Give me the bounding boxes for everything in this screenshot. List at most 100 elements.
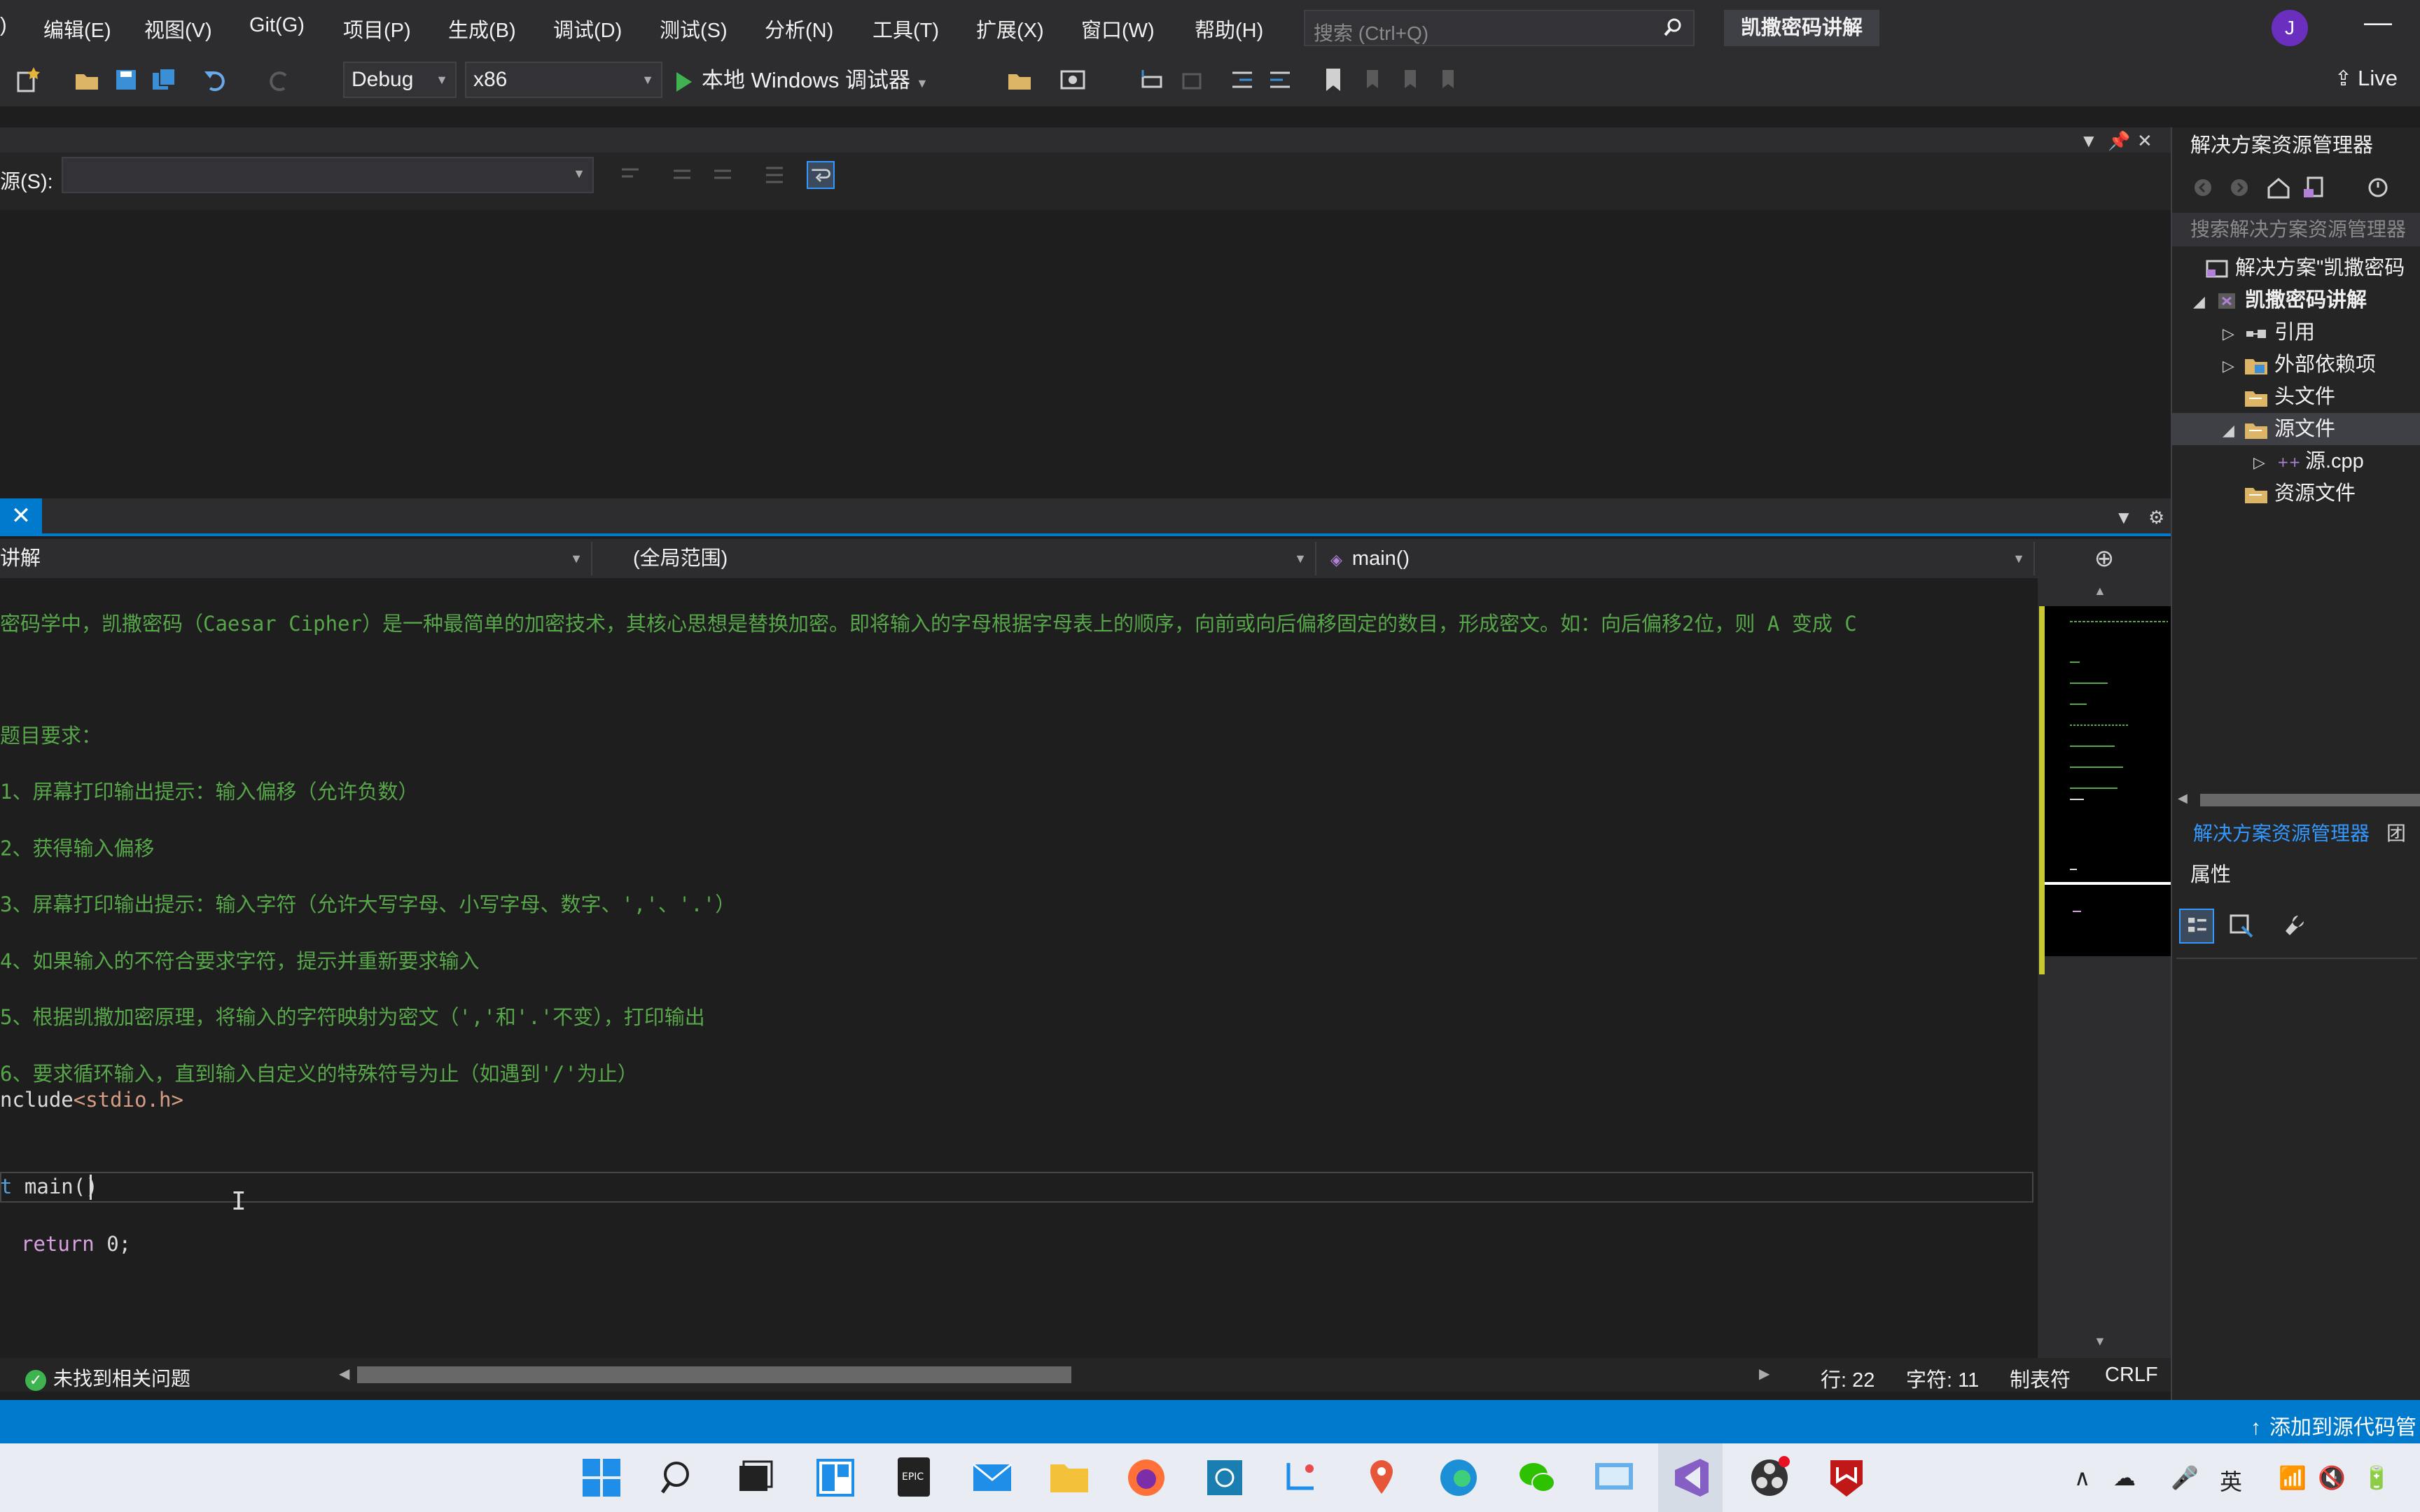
ime-indicator[interactable]: 英 xyxy=(2220,1464,2242,1497)
menu-test[interactable]: 测试(S) xyxy=(660,14,728,43)
visual-studio-icon[interactable] xyxy=(1669,1456,1713,1499)
snipping-tool-icon[interactable] xyxy=(1281,1456,1325,1499)
menu-help[interactable]: 帮助(H) xyxy=(1195,14,1263,43)
clear-bookmarks-icon[interactable] xyxy=(1434,66,1462,94)
gear-icon[interactable]: ⚙ xyxy=(2148,507,2164,528)
back-icon[interactable] xyxy=(2192,176,2214,199)
remote-desktop-icon[interactable] xyxy=(1592,1456,1636,1499)
tree-expander[interactable]: ▷ xyxy=(2253,447,2274,479)
step-disabled-icon[interactable] xyxy=(1178,66,1206,94)
start-debugging-button[interactable]: 本地 Windows 调试器 ▼ xyxy=(676,63,929,98)
scope-dropdown[interactable]: (全局范围) ▼ xyxy=(597,542,1316,575)
tree-expander[interactable]: ▷ xyxy=(2223,350,2244,382)
menu-extensions[interactable]: 扩展(X) xyxy=(976,14,1044,43)
horizontal-scroll-thumb[interactable] xyxy=(357,1366,1071,1383)
minimap-view[interactable] xyxy=(2045,606,2171,956)
pin-icon[interactable]: 📌 xyxy=(2108,130,2130,152)
windows-start-icon[interactable] xyxy=(580,1456,623,1499)
scroll-thumb[interactable] xyxy=(2200,794,2420,806)
redo-icon[interactable] xyxy=(265,66,293,94)
tree-expander[interactable]: ▷ xyxy=(2223,318,2244,350)
file-explorer-icon[interactable] xyxy=(1048,1456,1091,1499)
tree-item-external-deps[interactable]: ▷ 外部依赖项 xyxy=(2223,349,2420,381)
menu-edit[interactable]: 编辑(E) xyxy=(43,14,111,43)
prev-message-icon[interactable] xyxy=(668,161,696,189)
search-box[interactable]: 搜索 (Ctrl+Q) xyxy=(1304,10,1695,46)
minimap-position-indicator[interactable] xyxy=(2045,882,2175,885)
save-icon[interactable] xyxy=(112,66,140,94)
word-wrap-toggle-icon[interactable] xyxy=(807,161,835,189)
widgets-icon[interactable] xyxy=(814,1456,857,1499)
prev-bookmark-icon[interactable] xyxy=(1358,66,1386,94)
menu-debug[interactable]: 调试(D) xyxy=(553,14,622,43)
menu-project[interactable]: 项目(P) xyxy=(343,14,411,43)
wechat-icon[interactable] xyxy=(1515,1456,1559,1499)
member-dropdown[interactable]: ◈ main() ▼ xyxy=(1321,542,2035,575)
tree-item-project[interactable]: ◢ 凯撒密码讲解 xyxy=(2193,284,2420,316)
app-icon[interactable] xyxy=(1203,1456,1246,1499)
switch-views-icon[interactable] xyxy=(2302,175,2328,200)
scrollbar-minimap[interactable]: ▲ ▼ xyxy=(2038,578,2175,1358)
output-content[interactable] xyxy=(0,210,2171,490)
task-view-icon[interactable] xyxy=(734,1456,777,1499)
minimize-button[interactable]: — xyxy=(2364,7,2392,38)
split-editor-button[interactable]: ⊕ xyxy=(2038,542,2171,575)
alphabetical-icon[interactable] xyxy=(2227,911,2258,942)
menu-tools[interactable]: 工具(T) xyxy=(872,14,939,43)
mail-icon[interactable] xyxy=(971,1456,1014,1499)
close-icon[interactable]: ✕ xyxy=(2137,130,2153,152)
next-message-icon[interactable] xyxy=(709,161,737,189)
indent-mode-indicator[interactable]: 制表符 xyxy=(2010,1364,2071,1393)
panel-dropdown-icon[interactable]: ▼ xyxy=(2080,130,2098,152)
firefox-icon[interactable] xyxy=(1125,1456,1168,1499)
tree-item-solution[interactable]: 解决方案"凯撒密码 xyxy=(2183,252,2420,284)
search-icon[interactable] xyxy=(657,1456,700,1499)
bookmark-icon[interactable] xyxy=(1319,66,1347,94)
menu-fragment[interactable]: ) xyxy=(0,14,7,37)
live-share-button[interactable]: ⇪ Live xyxy=(2335,66,2398,91)
volume-muted-icon[interactable]: 🔇 xyxy=(2318,1464,2346,1491)
menu-window[interactable]: 窗口(W) xyxy=(1081,14,1155,43)
tree-expander[interactable]: ◢ xyxy=(2193,286,2214,318)
tab-solution-explorer[interactable]: 解决方案资源管理器 xyxy=(2193,822,2370,844)
tree-item-resource-files[interactable]: 资源文件 xyxy=(2223,477,2420,510)
output-source-dropdown[interactable]: ▼ xyxy=(62,157,594,193)
menu-view[interactable]: 视图(V) xyxy=(144,14,212,43)
tree-item-header-files[interactable]: 头文件 xyxy=(2223,381,2420,413)
epic-games-icon[interactable]: EPIC xyxy=(892,1456,936,1499)
maps-icon[interactable] xyxy=(1360,1456,1403,1499)
wifi-icon[interactable]: 📶 xyxy=(2279,1464,2307,1491)
tree-item-source-files[interactable]: ◢ 源文件 xyxy=(2172,413,2420,445)
tray-overflow-icon[interactable]: ∧ xyxy=(2074,1464,2090,1491)
property-pages-icon[interactable] xyxy=(2277,911,2308,942)
undo-icon[interactable] xyxy=(202,66,230,94)
close-tab-button[interactable]: ✕ xyxy=(0,498,42,533)
platform-dropdown[interactable]: x86 ▼ xyxy=(465,62,662,98)
mcafee-icon[interactable] xyxy=(1825,1456,1868,1499)
forward-icon[interactable] xyxy=(2228,176,2251,199)
history-icon[interactable] xyxy=(2365,175,2391,200)
home-icon[interactable] xyxy=(2266,175,2291,200)
tree-item-source-cpp[interactable]: ▷ ++ 源.cpp xyxy=(2253,445,2420,477)
obs-icon[interactable] xyxy=(1748,1456,1791,1499)
scroll-left-arrow[interactable]: ◀ xyxy=(339,1365,349,1382)
categorized-icon[interactable] xyxy=(2179,909,2214,944)
save-all-icon[interactable] xyxy=(150,66,178,94)
solution-horizontal-scrollbar[interactable]: ◀ xyxy=(2172,788,2420,812)
browse-folder-icon[interactable] xyxy=(1006,66,1034,94)
scroll-left-arrow[interactable]: ◀ xyxy=(2178,791,2188,806)
new-project-icon[interactable] xyxy=(14,66,42,94)
onedrive-icon[interactable]: ☁ xyxy=(2113,1464,2136,1491)
add-to-source-control-button[interactable]: ↑ 添加到源代码管 xyxy=(2251,1410,2416,1441)
scroll-down-arrow[interactable]: ▼ xyxy=(2094,1334,2106,1349)
battery-icon[interactable]: 🔋 xyxy=(2363,1464,2391,1491)
tab-team[interactable]: 团 xyxy=(2386,822,2406,844)
tree-item-references[interactable]: ▷ 引用 xyxy=(2223,316,2420,349)
tab-list-dropdown-icon[interactable]: ▼ xyxy=(2115,507,2133,528)
line-ending-indicator[interactable]: CRLF xyxy=(2105,1364,2158,1387)
find-message-icon[interactable] xyxy=(616,161,644,189)
menu-git[interactable]: Git(G) xyxy=(249,14,305,37)
code-editor[interactable]: 密码学中，凯撒密码（Caesar Cipher）是一种最简单的加密技术，其核心思… xyxy=(0,578,2038,1358)
open-folder-icon[interactable] xyxy=(73,66,101,94)
clear-all-icon[interactable] xyxy=(760,161,788,189)
